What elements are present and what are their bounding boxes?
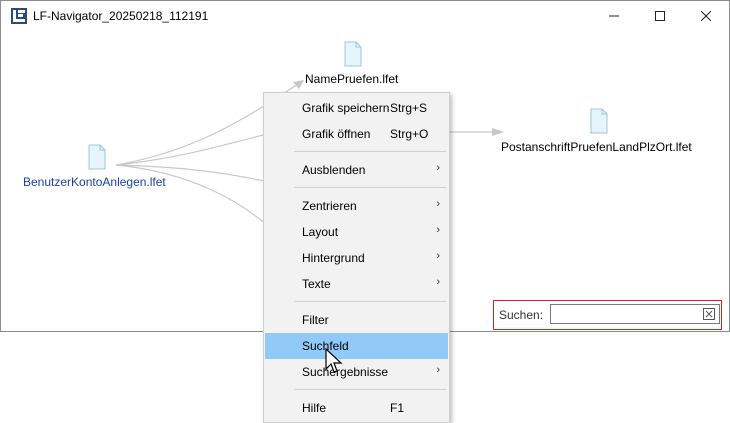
title-bar[interactable]: LF-Navigator_20250218_112191	[1, 1, 729, 31]
menu-item-label: Hintergrund	[302, 251, 365, 265]
arrowhead-right	[492, 128, 504, 136]
menu-item-shortcut: F1	[390, 401, 405, 415]
close-icon	[701, 11, 711, 21]
submenu-arrow-icon: ›	[436, 224, 440, 236]
menu-item-ausblenden[interactable]: Ausblenden ›	[265, 157, 448, 183]
menu-item-suchfeld[interactable]: Suchfeld	[265, 333, 448, 359]
menu-item-grafik-oeffnen[interactable]: Grafik öffnen Strg+O	[265, 121, 448, 147]
submenu-arrow-icon: ›	[436, 364, 440, 376]
menu-separator	[294, 151, 446, 152]
menu-item-texte[interactable]: Texte ›	[265, 271, 448, 297]
maximize-button[interactable]	[637, 1, 683, 31]
submenu-arrow-icon: ›	[436, 198, 440, 210]
node-right[interactable]: PostanschriftPruefenLandPlzOrt.lfet	[501, 140, 692, 154]
search-panel: Suchen:	[493, 300, 722, 330]
arrowhead-center	[293, 80, 304, 89]
submenu-arrow-icon: ›	[436, 162, 440, 174]
mouse-cursor-icon	[325, 348, 343, 373]
search-label: Suchen:	[499, 308, 544, 322]
app-logo-icon	[11, 8, 27, 24]
menu-item-label: Suchergebnisse	[302, 365, 389, 379]
maximize-icon	[655, 11, 665, 21]
menu-item-hilfe[interactable]: Hilfe F1	[265, 395, 448, 421]
menu-item-label: Grafik speichern	[302, 101, 390, 115]
file-icon[interactable]	[88, 144, 106, 170]
window-title: LF-Navigator_20250218_112191	[33, 9, 209, 23]
submenu-arrow-icon: ›	[436, 250, 440, 262]
menu-item-zentrieren[interactable]: Zentrieren ›	[265, 193, 448, 219]
menu-item-shortcut: Strg+O	[390, 127, 429, 141]
clear-icon[interactable]	[703, 308, 715, 320]
search-input[interactable]	[550, 304, 720, 324]
node-left[interactable]: BenutzerKontoAnlegen.lfet	[23, 175, 166, 189]
menu-item-label: Ausblenden	[302, 163, 366, 177]
menu-item-label: Hilfe	[302, 401, 327, 415]
menu-item-shortcut: Strg+S	[390, 101, 428, 115]
menu-item-suchergebnisse[interactable]: Suchergebnisse ›	[265, 359, 448, 385]
submenu-arrow-icon: ›	[436, 276, 440, 288]
minimize-button[interactable]	[591, 1, 637, 31]
file-icon[interactable]	[590, 108, 608, 134]
menu-item-label: Grafik öffnen	[302, 127, 371, 141]
menu-separator	[294, 389, 446, 390]
menu-separator	[294, 187, 446, 188]
menu-item-hintergrund[interactable]: Hintergrund ›	[265, 245, 448, 271]
close-button[interactable]	[683, 1, 729, 31]
menu-item-label: Zentrieren	[302, 199, 357, 213]
menu-item-layout[interactable]: Layout ›	[265, 219, 448, 245]
file-icon[interactable]	[344, 41, 362, 67]
context-menu: Grafik speichern Strg+S Grafik öffnen St…	[263, 92, 450, 423]
minimize-icon	[609, 15, 619, 17]
menu-item-label: Layout	[302, 225, 339, 239]
menu-item-label: Texte	[302, 277, 331, 291]
node-center[interactable]: NamePruefen.lfet	[305, 72, 398, 86]
menu-separator	[294, 301, 446, 302]
menu-item-label: Filter	[302, 313, 329, 327]
menu-item-grafik-speichern[interactable]: Grafik speichern Strg+S	[265, 95, 448, 121]
menu-item-filter[interactable]: Filter	[265, 307, 448, 333]
